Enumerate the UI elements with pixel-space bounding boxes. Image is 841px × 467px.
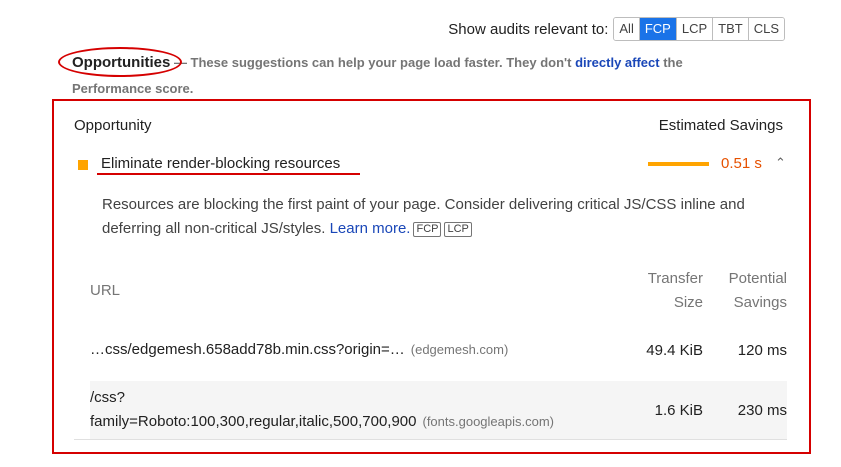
opportunities-description: — These suggestions can help your page l… [170,55,576,70]
potential-savings-column-header: Potential Savings [728,270,787,311]
table-header-row: URL Transfer Size Potential Savings [90,263,787,319]
potential-savings-cell: 120 ms [737,341,787,359]
estimated-savings-column-header: Estimated Savings [658,117,783,134]
filter-all-button[interactable]: All [614,18,639,40]
directly-affect-link[interactable]: directly affect [575,55,660,70]
resource-host: (fonts.googleapis.com) [422,414,554,429]
table-row: …css/edgemesh.658add78b.min.css?origin=…… [90,319,787,381]
annotation-underline [97,173,360,175]
annotation-ellipse [58,47,182,77]
average-score-square-icon [78,160,88,170]
url-cell: …css/edgemesh.658add78b.min.css?origin=…… [90,319,633,381]
opportunities-header: Opportunities — These suggestions can he… [58,47,712,102]
chevron-up-icon[interactable]: ⌃ [775,155,786,171]
resource-url-line1[interactable]: /css? [90,389,125,406]
filter-cls-button[interactable]: CLS [747,18,784,40]
audit-filter-group: All FCP LCP TBT CLS [613,17,785,41]
transfer-size-cell: 49.4 KiB [646,341,703,359]
url-cell: /css? family=Roboto:100,300,regular,itali… [90,381,633,439]
opportunities-panel: Opportunity Estimated Savings Eliminate … [52,99,811,454]
resource-url-line2[interactable]: family=Roboto:100,300,regular,italic,500… [90,413,416,430]
transfer-size-cell: 1.6 KiB [633,381,703,439]
opportunities-title: Opportunities [58,47,182,77]
audit-description: Resources are blocking the first paint o… [102,193,782,241]
filter-tbt-button[interactable]: TBT [712,18,748,40]
table-row: /css? family=Roboto:100,300,regular,itali… [90,381,787,439]
resource-url[interactable]: …css/edgemesh.658add78b.min.css?origin=… [90,341,405,358]
audit-savings-value: 0.51 s [721,155,762,172]
audit-title: Eliminate render-blocking resources [97,155,360,175]
opportunity-column-header: Opportunity [74,117,152,134]
audit-filter-label: Show audits relevant to: [448,20,609,38]
transfer-size-column-header: Transfer Size [647,270,703,311]
filter-fcp-button[interactable]: FCP [638,18,676,40]
filter-lcp-button[interactable]: LCP [675,18,713,40]
resource-host: (edgemesh.com) [410,342,509,357]
details-table: URL Transfer Size Potential Savings …css… [90,263,787,439]
lcp-badge: LCP [444,222,472,237]
learn-more-link[interactable]: Learn more. [330,220,411,237]
audit-filter-bar: Show audits relevant to: All FCP LCP TBT… [448,17,785,41]
fcp-badge: FCP [413,222,442,237]
divider [74,439,787,440]
audit-title-text: Eliminate render-blocking resources [101,155,341,172]
savings-bar [648,162,709,166]
audit-render-blocking-summary[interactable]: Eliminate render-blocking resources 0.51… [78,155,790,177]
potential-savings-cell: 230 ms [703,381,787,439]
url-column-header: URL [90,282,121,299]
